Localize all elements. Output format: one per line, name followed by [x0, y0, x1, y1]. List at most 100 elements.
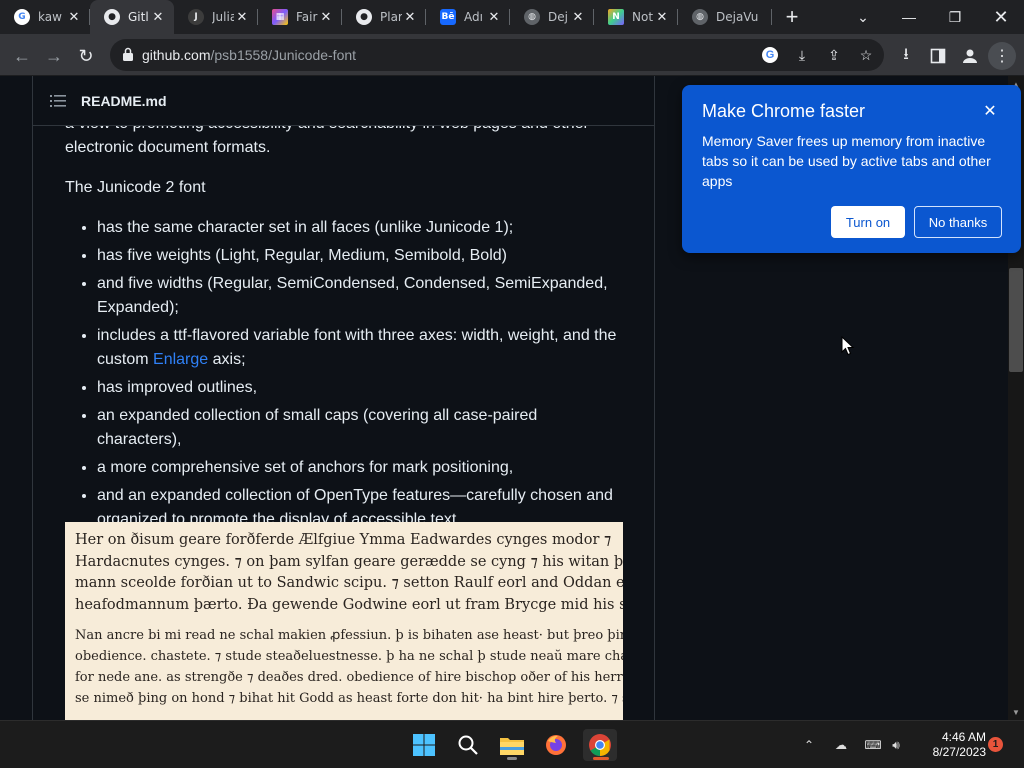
tab-title: DejaVu	[716, 10, 759, 24]
bookmark-star-icon[interactable]: ☆	[856, 45, 876, 65]
firefox-button[interactable]	[539, 729, 573, 761]
folder-icon	[500, 738, 524, 755]
close-tab-icon[interactable]: ✕	[66, 10, 82, 25]
downloads-icon[interactable]: ⭳	[892, 42, 920, 70]
enlarge-link[interactable]: Enlarge	[153, 351, 208, 368]
turn-on-button[interactable]: Turn on	[831, 206, 905, 238]
network-icon[interactable]: ⌨	[863, 735, 883, 755]
feature-list: has the same character set in all faces …	[97, 216, 625, 532]
readme-panel: README.md a view to promoting accessibil…	[32, 76, 655, 720]
profile-icon[interactable]	[956, 42, 984, 70]
volume-icon[interactable]: 🔊︎	[886, 735, 906, 755]
tab-search-icon[interactable]: ⌄	[840, 0, 886, 34]
restore-button[interactable]: ❐	[932, 0, 978, 34]
back-button[interactable]: ←	[8, 42, 36, 70]
file-explorer-button[interactable]	[495, 729, 529, 761]
share-icon[interactable]: ⇪	[824, 45, 844, 65]
tab-title: Fair	[296, 10, 318, 24]
tab-title: Not	[632, 10, 654, 24]
browser-tab[interactable]: ◍ DejaVu	[678, 0, 772, 34]
new-tab-button[interactable]: +	[776, 0, 808, 34]
clock-date: 8/27/2023	[932, 745, 986, 759]
forward-button[interactable]: →	[40, 42, 68, 70]
sample-line: se nimeð þing on hond ⁊ bihat hit Godd a…	[75, 691, 623, 706]
github-icon: ●	[356, 9, 372, 25]
browser-tab[interactable]: ▦ Fair ✕	[258, 0, 342, 34]
close-tab-icon[interactable]: ✕	[234, 10, 250, 25]
browser-tab[interactable]: ● Plar ✕	[342, 0, 426, 34]
list-item: and five widths (Regular, SemiCondensed,…	[97, 272, 625, 320]
clock-time: 4:46 AM	[941, 730, 986, 744]
list-item: an expanded collection of small caps (co…	[97, 404, 625, 452]
browser-tab[interactable]: ◍ Dej ✕	[510, 0, 594, 34]
sample-line: Her on ðisum geare forðferde Ælfgiue Ymm…	[75, 532, 612, 548]
chrome-menu-icon[interactable]: ⋮	[988, 42, 1016, 70]
browser-tab-active[interactable]: ● Gitl ✕	[90, 0, 174, 34]
scroll-down-arrow[interactable]: ▼	[1008, 704, 1024, 720]
sample-line: obedience. chastete. ⁊ stude steaðeluest…	[75, 649, 623, 664]
outline-list-icon[interactable]	[50, 94, 66, 108]
chrome-button[interactable]	[583, 729, 617, 761]
globe-icon: ◍	[524, 9, 540, 25]
google-lens-icon[interactable]: G	[760, 45, 780, 65]
notion-icon: N	[608, 9, 624, 25]
search-icon	[458, 735, 478, 755]
list-item: includes a ttf-flavored variable font wi…	[97, 324, 625, 372]
readme-article: a view to promoting accessibility and se…	[65, 112, 625, 536]
taskbar-clock[interactable]: 4:46 AM 8/27/2023	[912, 730, 986, 760]
readme-header: README.md	[33, 76, 654, 126]
tab-title: Adı	[464, 10, 483, 24]
close-window-button[interactable]: ✕	[978, 0, 1024, 34]
sample-line: for nede ane. as strengðe ⁊ deaðes dred.…	[75, 670, 623, 685]
side-panel-icon[interactable]	[924, 42, 952, 70]
browser-toolbar: ← → ↻ github.com/psb1558/Junicode-font G…	[0, 34, 1024, 76]
address-bar[interactable]: github.com/psb1558/Junicode-font G ⤓ ⇪ ☆	[110, 39, 884, 71]
onedrive-icon[interactable]: ☁	[831, 735, 851, 755]
browser-tab[interactable]: G kaw ✕	[0, 0, 90, 34]
url-text: github.com/psb1558/Junicode-font	[142, 47, 357, 63]
no-thanks-button[interactable]: No thanks	[914, 206, 1002, 238]
memory-saver-popup: Make Chrome faster ✕ Memory Saver frees …	[682, 85, 1021, 253]
behance-icon: Bē	[440, 9, 456, 25]
search-button[interactable]	[451, 729, 485, 761]
tab-title: kaw	[38, 10, 62, 24]
popup-title: Make Chrome faster	[702, 101, 866, 121]
sample-line: Nan ancre bi mi read ne schal makien ꝓfe…	[75, 628, 623, 643]
windows-taskbar: ⌃ ☁ ⌨ 🔊︎ 4:46 AM 8/27/2023	[0, 720, 1024, 768]
start-button[interactable]	[407, 729, 441, 761]
close-tab-icon[interactable]: ✕	[486, 10, 502, 25]
browser-tab[interactable]: J Julia ✕	[174, 0, 258, 34]
notification-badge[interactable]: 1	[988, 737, 1003, 752]
fair-icon: ▦	[272, 9, 288, 25]
popup-body: Memory Saver frees up memory from inacti…	[702, 133, 991, 189]
chrome-icon	[589, 734, 611, 756]
close-tab-icon[interactable]: ✕	[654, 10, 670, 25]
close-tab-icon[interactable]: ✕	[318, 10, 334, 25]
browser-tab[interactable]: Bē Adı ✕	[426, 0, 510, 34]
tab-title: Dej	[548, 10, 568, 24]
sample-line: mann sceolde forðian ut to Sandwic scipu…	[75, 575, 623, 591]
tab-title: Julia	[212, 10, 234, 24]
close-icon[interactable]: ✕	[978, 99, 1002, 123]
close-tab-icon[interactable]: ✕	[570, 10, 586, 25]
google-icon: G	[14, 9, 30, 25]
scrollbar-thumb[interactable]	[1009, 268, 1023, 372]
close-tab-icon[interactable]: ✕	[402, 10, 418, 25]
julia-icon: J	[188, 9, 204, 25]
readme-title: README.md	[81, 93, 167, 109]
tab-title: Plar	[380, 10, 402, 24]
font-heading: The Junicode 2 font	[65, 179, 206, 196]
show-hidden-icons-chevron[interactable]: ⌃	[799, 735, 819, 755]
list-item: has the same character set in all faces …	[97, 216, 625, 240]
minimize-button[interactable]: —	[886, 0, 932, 34]
reload-button[interactable]: ↻	[72, 42, 100, 70]
github-icon: ●	[104, 9, 120, 25]
list-item: has improved outlines,	[97, 376, 625, 400]
install-app-icon[interactable]: ⤓	[792, 45, 812, 65]
tab-title: Gitl	[128, 10, 149, 24]
list-item: a more comprehensive set of anchors for …	[97, 456, 625, 480]
close-tab-icon[interactable]: ✕	[150, 10, 166, 25]
browser-tab[interactable]: N Not ✕	[594, 0, 678, 34]
windows-icon	[413, 734, 435, 756]
lock-icon	[123, 47, 133, 61]
